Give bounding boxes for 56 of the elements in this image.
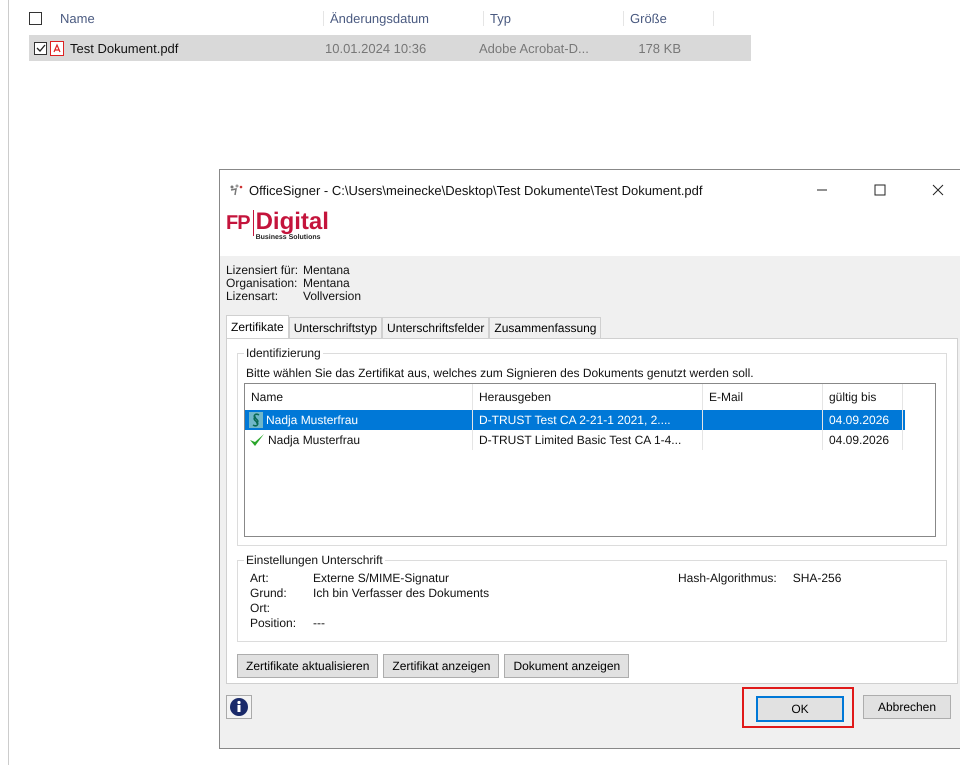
tab[interactable]: Unterschriftstyp — [288, 317, 382, 338]
group-title: Identifizierung — [244, 346, 323, 360]
setting-value: Externe S/MIME-Signatur — [313, 571, 450, 585]
action-button[interactable]: Zertifikat anzeigen — [383, 654, 500, 678]
license-label: Organisation: — [226, 277, 298, 290]
setting-value: --- — [313, 616, 325, 630]
setting-value: SHA-256 — [792, 571, 842, 587]
checkmark-icon — [249, 433, 265, 447]
column-header[interactable]: Größe — [624, 10, 714, 26]
certificate-name: Nadja Musterfrau — [268, 433, 360, 447]
setting-label: Position: — [250, 616, 298, 631]
setting-label: Grund: — [250, 586, 288, 601]
certificate-name: Nadja Musterfrau — [266, 413, 358, 427]
action-button[interactable]: Zertifikate aktualisieren — [237, 654, 378, 678]
maximize-icon[interactable] — [874, 184, 886, 196]
certificate-expiry: 04.09.2026 — [823, 430, 903, 450]
instruction-text: Bitte wählen Sie das Zertifikat aus, welches zum Signieren des Dokuments genutzt werden soll. — [245, 366, 755, 380]
setting-value: Ich bin Verfasser des Dokuments — [313, 586, 490, 600]
logo-mark: FP — [226, 210, 254, 236]
certificate-issuer: D-TRUST Limited Basic Test CA 1-4... — [473, 430, 703, 450]
column-header[interactable]: Typ — [484, 10, 624, 26]
column-header[interactable]: Name — [54, 10, 324, 26]
certificate-issuer: D-TRUST Test CA 2-21-1 2021, 2.... — [473, 410, 703, 430]
tab[interactable]: Zusammenfassung — [489, 317, 602, 338]
tab[interactable]: Zertifikate — [226, 315, 289, 338]
column-header[interactable]: Änderungsdatum — [324, 10, 484, 26]
app-icon — [229, 184, 243, 196]
file-name: Test Dokument.pdf — [70, 40, 180, 56]
file-type: Adobe Acrobat-D... — [479, 40, 590, 56]
license-value: Vollversion — [303, 290, 362, 303]
window-title: OfficeSigner - C:\Users\meinecke\Desktop\Test Dokumente\Test Dokument.pdf — [249, 182, 704, 198]
certificate-row[interactable]: Nadja Musterfrau D-TRUST Test CA 2-21-1 2021, 2.... 04.09.2026 — [245, 410, 905, 430]
file-size: 178 KB — [637, 40, 681, 56]
license-label: Lizensiert für: — [226, 264, 300, 277]
select-all-checkbox[interactable] — [29, 12, 42, 24]
dialog-button[interactable]: OK — [756, 696, 844, 722]
setting-label: Hash-Algorithmus: — [678, 571, 777, 587]
logo-name: Digital — [256, 210, 329, 234]
certificate-row[interactable]: Nadja Musterfrau D-TRUST Limited Basic Test CA 1-4... 04.09.2026 — [245, 430, 905, 450]
license-value: Mentana — [303, 264, 351, 277]
certificate-expiry: 04.09.2026 — [823, 410, 903, 430]
action-button[interactable]: Dokument anzeigen — [504, 654, 630, 678]
setting-label: Art: — [250, 571, 270, 586]
setting-label: Ort: — [250, 601, 271, 616]
file-row[interactable]: Test Dokument.pdf 10.01.2024 10:36 Adobe Acrobat-D... 178 KB — [29, 35, 751, 61]
row-checkbox[interactable] — [34, 42, 47, 54]
license-value: Mentana — [303, 277, 351, 290]
group-title: Einstellungen Unterschrift — [244, 553, 385, 567]
file-date: 10.01.2024 10:36 — [324, 40, 428, 56]
close-icon[interactable] — [932, 184, 944, 196]
tab[interactable]: Unterschriftsfelder — [382, 317, 490, 338]
license-label: Lizensart: — [226, 290, 278, 303]
certificate-icon — [249, 412, 263, 428]
pdf-file-icon — [50, 40, 64, 56]
info-icon[interactable] — [226, 695, 252, 719]
dialog-button[interactable]: Abbrechen — [863, 695, 951, 719]
